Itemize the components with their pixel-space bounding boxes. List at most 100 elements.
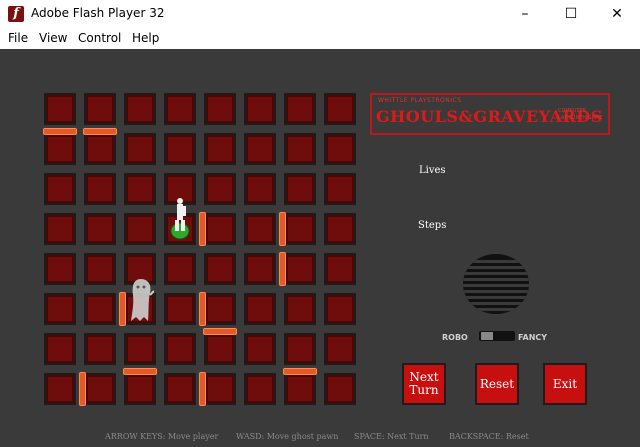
speaker-grille-icon (463, 254, 529, 314)
lives-label: Lives (419, 165, 446, 176)
board-tile (324, 93, 356, 125)
wall-vertical (279, 212, 286, 246)
board-tile (44, 133, 76, 165)
board-tile (324, 253, 356, 285)
wall-horizontal (123, 368, 157, 375)
board-tile (324, 173, 356, 205)
help-arrow-keys: ARROW KEYS: Move player (105, 432, 219, 441)
board-tile (84, 293, 116, 325)
board-tile (284, 293, 316, 325)
board-tile (44, 93, 76, 125)
help-space: SPACE: Next Turn (354, 432, 429, 441)
board-tile (204, 213, 236, 245)
menu-bar: File View Control Help (0, 28, 640, 49)
board-tile (204, 173, 236, 205)
board-tile (324, 213, 356, 245)
board-tile (204, 253, 236, 285)
wall-vertical (199, 372, 206, 406)
board-tile (84, 213, 116, 245)
ghost-pawn-icon (131, 279, 154, 321)
board-tile (164, 253, 196, 285)
board-tile (324, 293, 356, 325)
board-tile (284, 333, 316, 365)
voice-mode-switch[interactable] (479, 331, 515, 341)
board-tile (204, 133, 236, 165)
wall-horizontal (203, 328, 237, 335)
board-tile (124, 133, 156, 165)
menu-control[interactable]: Control (78, 31, 121, 45)
board-tile (284, 253, 316, 285)
board-tile (124, 333, 156, 365)
board-tile (324, 333, 356, 365)
menu-view[interactable]: View (39, 31, 67, 45)
minimize-icon[interactable]: – (502, 0, 548, 28)
board-tile (244, 173, 276, 205)
switch-robo-label: ROBO (442, 333, 468, 342)
wall-horizontal (83, 128, 117, 135)
board-tile (84, 133, 116, 165)
wall-vertical (279, 252, 286, 286)
board-tile (204, 333, 236, 365)
board-tile (84, 93, 116, 125)
board-tile (204, 373, 236, 405)
wall-vertical (199, 292, 206, 326)
player-pawn-icon (170, 198, 190, 240)
board-tile (124, 213, 156, 245)
board-tile (244, 293, 276, 325)
board-tile (284, 373, 316, 405)
board-tile (44, 333, 76, 365)
logo-subtitle: COMPUTER LABYRINTH GAME (558, 108, 603, 121)
board-tile (164, 293, 196, 325)
board-tile (204, 93, 236, 125)
board-tile (284, 93, 316, 125)
board-tile (84, 173, 116, 205)
reset-button[interactable]: Reset (475, 363, 519, 405)
board-tile (324, 133, 356, 165)
window-title: Adobe Flash Player 32 (31, 6, 165, 20)
maximize-icon[interactable]: ☐ (548, 0, 594, 28)
wall-horizontal (283, 368, 317, 375)
wall-horizontal (43, 128, 77, 135)
board-tile (124, 173, 156, 205)
board-tile (44, 293, 76, 325)
board-tile (164, 333, 196, 365)
board-tile (44, 253, 76, 285)
board-tile (44, 373, 76, 405)
menu-file[interactable]: File (8, 31, 28, 45)
wall-vertical (199, 212, 206, 246)
board-tile (244, 93, 276, 125)
board-tile (84, 333, 116, 365)
board-tile (164, 133, 196, 165)
board-tile (244, 253, 276, 285)
board-tile (124, 93, 156, 125)
board-tile (44, 173, 76, 205)
title-bar: f Adobe Flash Player 32 – ☐ ✕ (0, 0, 640, 28)
close-icon[interactable]: ✕ (594, 0, 640, 28)
logo-publisher: WHITTLE PLAYSTRONICS (378, 97, 462, 104)
board-tile (284, 213, 316, 245)
board-tile (244, 373, 276, 405)
board-tile (284, 133, 316, 165)
board-tile (84, 373, 116, 405)
menu-help[interactable]: Help (132, 31, 159, 45)
game-stage[interactable]: WHITTLE PLAYSTRONICS GHOULS&GRAVEYARDS C… (0, 49, 640, 447)
steps-label: Steps (418, 220, 447, 231)
board-tile (124, 373, 156, 405)
board-tile (324, 373, 356, 405)
wall-vertical (119, 292, 126, 326)
game-logo: WHITTLE PLAYSTRONICS GHOULS&GRAVEYARDS C… (370, 93, 610, 135)
board-tile (164, 93, 196, 125)
board-tile (244, 213, 276, 245)
board-tile (44, 213, 76, 245)
board-tile (204, 293, 236, 325)
board-tile (244, 133, 276, 165)
board-tile (164, 373, 196, 405)
exit-button[interactable]: Exit (543, 363, 587, 405)
flash-app-icon: f (8, 6, 24, 22)
board-tile (244, 333, 276, 365)
wall-vertical (79, 372, 86, 406)
next-turn-button[interactable]: Next Turn (402, 363, 446, 405)
help-wasd: WASD: Move ghost pawn (236, 432, 339, 441)
board-tile (284, 173, 316, 205)
board-tile (84, 253, 116, 285)
